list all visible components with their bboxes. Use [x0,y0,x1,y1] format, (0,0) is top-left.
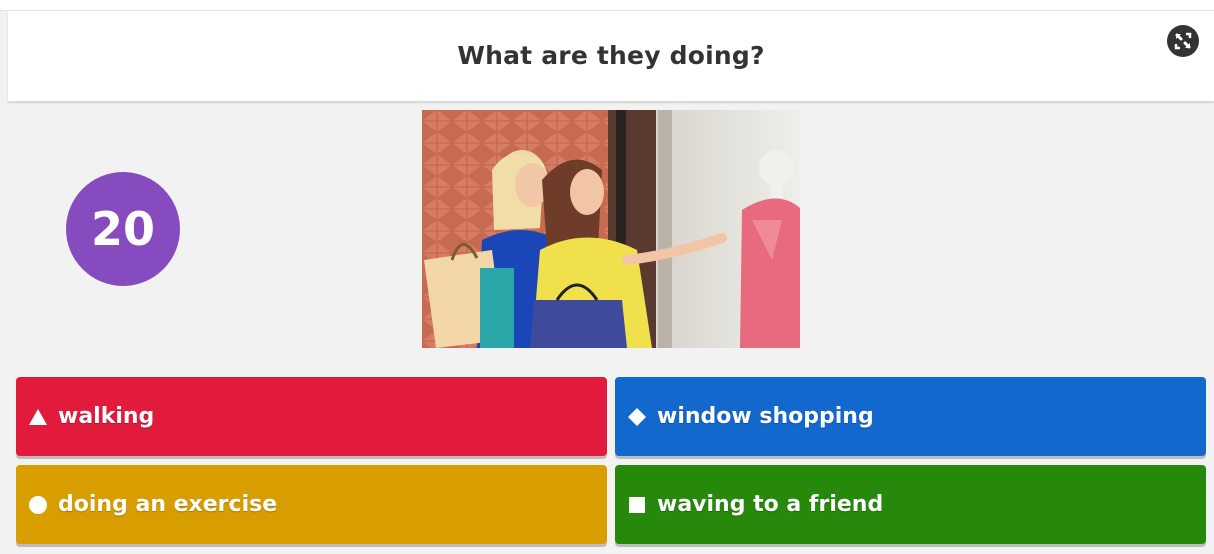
answer-label-1: walking [58,404,155,429]
answer-option-1[interactable]: walking [16,377,607,456]
diamond-icon [628,407,646,426]
countdown-timer: 20 [66,172,180,286]
timer-value: 20 [90,202,155,256]
question-header: What are they doing? [8,11,1214,101]
answer-label-2: window shopping [657,404,874,429]
fullscreen-icon [1174,32,1192,50]
question-title: What are they doing? [457,41,765,70]
answer-label-4: waving to a friend [657,492,884,517]
triangle-icon [29,408,47,425]
answer-option-3[interactable]: doing an exercise [16,465,607,544]
square-icon [629,496,645,513]
answer-option-2[interactable]: window shopping [615,377,1206,456]
answer-option-4[interactable]: waving to a friend [615,465,1206,544]
shopping-photo [422,110,800,348]
circle-icon [29,495,47,514]
answer-label-3: doing an exercise [58,492,278,517]
fullscreen-button[interactable] [1167,25,1199,57]
top-strip [0,0,1214,11]
question-image [422,110,800,348]
